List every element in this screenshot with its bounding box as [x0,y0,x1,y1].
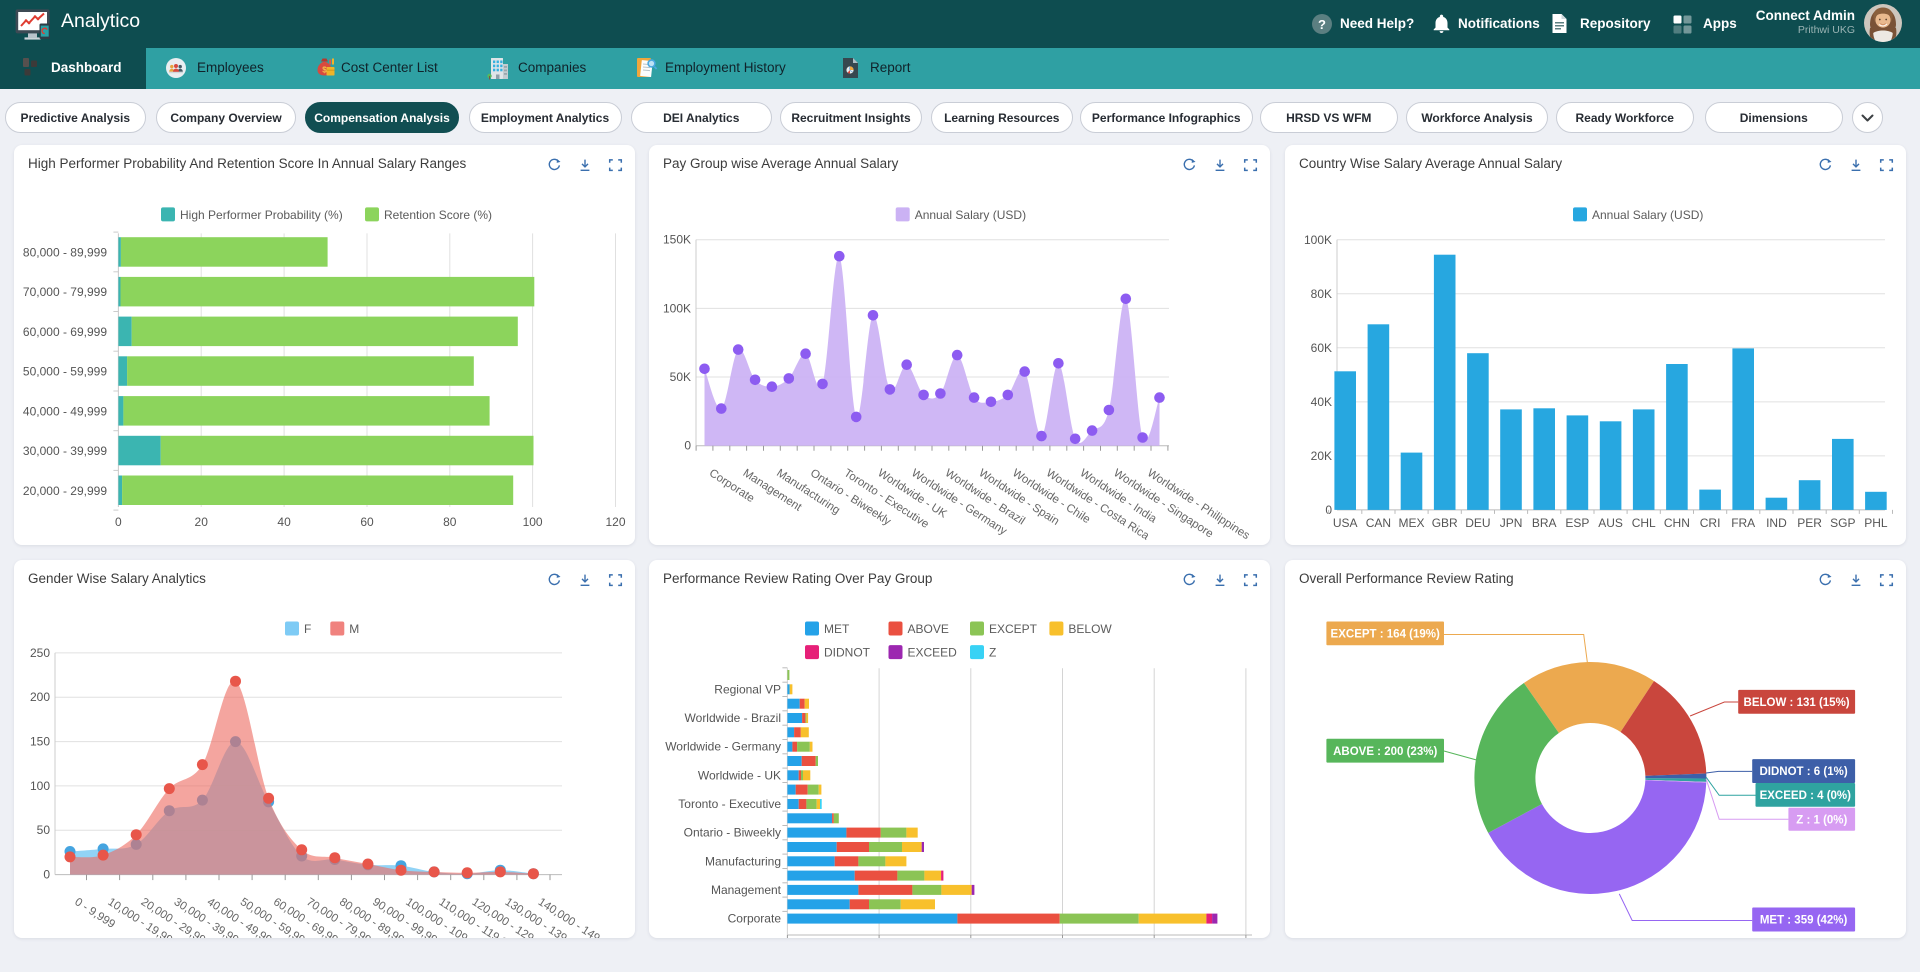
svg-text:100K: 100K [1304,233,1332,247]
svg-text:150: 150 [30,735,50,749]
svg-text:20,000 - 29,999: 20,000 - 29,999 [23,484,107,498]
svg-text:Z : 1 (0%): Z : 1 (0%) [1796,814,1847,826]
svg-text:20: 20 [195,515,209,529]
svg-text:CHN: CHN [1664,516,1690,530]
svg-text:EXCEED : 4 (0%): EXCEED : 4 (0%) [1760,790,1852,802]
svg-text:40K: 40K [1311,395,1332,409]
svg-text:60,000 - 69,999: 60,000 - 69,999 [23,325,107,339]
svg-text:IND: IND [1766,516,1787,530]
svg-text:EXCEPT: EXCEPT [989,622,1038,636]
svg-text:CHL: CHL [1632,516,1656,530]
svg-text:Regional VP: Regional VP [714,682,781,696]
svg-text:100: 100 [523,515,543,529]
svg-text:60K: 60K [1311,341,1332,355]
svg-text:MEX: MEX [1398,516,1424,530]
svg-text:Ontario - Biweekly: Ontario - Biweekly [684,826,781,840]
svg-text:CRI: CRI [1700,516,1721,530]
svg-text:0: 0 [684,439,691,453]
svg-text:PER: PER [1797,516,1822,530]
svg-text:DIDNOT : 6 (1%): DIDNOT : 6 (1%) [1760,766,1848,778]
svg-text:ESP: ESP [1565,516,1589,530]
svg-text:Management: Management [711,883,782,897]
svg-text:FRA: FRA [1731,516,1755,530]
svg-text:CAN: CAN [1366,516,1391,530]
svg-text:40,000 - 49,999: 40,000 - 49,999 [23,404,107,418]
svg-text:BRA: BRA [1532,516,1557,530]
svg-text:BELOW : 131 (15%): BELOW : 131 (15%) [1744,697,1850,709]
svg-text:Corporate: Corporate [728,912,782,926]
svg-text:60: 60 [360,515,374,529]
svg-text:Manufacturing: Manufacturing [705,854,781,868]
svg-text:Annual Salary (USD): Annual Salary (USD) [915,208,1026,222]
svg-text:EXCEED: EXCEED [908,646,958,660]
svg-text:?: ? [1318,17,1326,32]
svg-text:M: M [349,622,359,636]
svg-text:0: 0 [43,868,50,882]
svg-text:MET : 359 (42%): MET : 359 (42%) [1760,915,1848,927]
svg-text:Worldwide - Germany: Worldwide - Germany [665,740,781,754]
svg-text:50K: 50K [670,370,691,384]
svg-text:80: 80 [443,515,457,529]
svg-text:MET: MET [824,622,850,636]
svg-text:120: 120 [605,515,625,529]
svg-text:EXCEPT : 164 (19%): EXCEPT : 164 (19%) [1331,629,1440,641]
svg-text:200: 200 [30,690,50,704]
svg-text:Annual Salary (USD): Annual Salary (USD) [1592,208,1703,222]
svg-text:PHL: PHL [1864,516,1888,530]
svg-text:80K: 80K [1311,287,1332,301]
svg-text:Retention Score (%): Retention Score (%) [384,208,492,222]
svg-text:BELOW: BELOW [1068,622,1112,636]
svg-text:70,000 - 79,999: 70,000 - 79,999 [23,285,107,299]
svg-text:250: 250 [30,646,50,660]
svg-text:100: 100 [30,779,50,793]
svg-text:20K: 20K [1311,449,1332,463]
svg-text:80,000 - 89,999: 80,000 - 89,999 [23,245,107,259]
svg-text:JPN: JPN [1500,516,1523,530]
svg-text:AUS: AUS [1598,516,1623,530]
svg-text:150K: 150K [663,233,691,247]
svg-text:F: F [304,622,311,636]
svg-text:50,000 - 59,999: 50,000 - 59,999 [23,365,107,379]
svg-text:0: 0 [115,515,122,529]
svg-text:30,000 - 39,999: 30,000 - 39,999 [23,444,107,458]
svg-text:100K: 100K [663,301,691,315]
svg-text:High Performer Probability (%): High Performer Probability (%) [180,208,343,222]
svg-text:50: 50 [37,823,51,837]
svg-text:GBR: GBR [1432,516,1458,530]
svg-text:Worldwide - UK: Worldwide - UK [698,768,781,782]
svg-text:ABOVE: ABOVE [908,622,949,636]
svg-text:40: 40 [277,515,291,529]
svg-text:SGP: SGP [1830,516,1855,530]
svg-text:ABOVE : 200 (23%): ABOVE : 200 (23%) [1333,746,1437,758]
svg-text:Z: Z [989,646,996,660]
svg-text:DEU: DEU [1465,516,1490,530]
svg-text:USA: USA [1333,516,1358,530]
svg-text:DIDNOT: DIDNOT [824,646,871,660]
svg-text:Worldwide - Brazil: Worldwide - Brazil [685,711,781,725]
svg-text:Toronto - Executive: Toronto - Executive [678,797,781,811]
